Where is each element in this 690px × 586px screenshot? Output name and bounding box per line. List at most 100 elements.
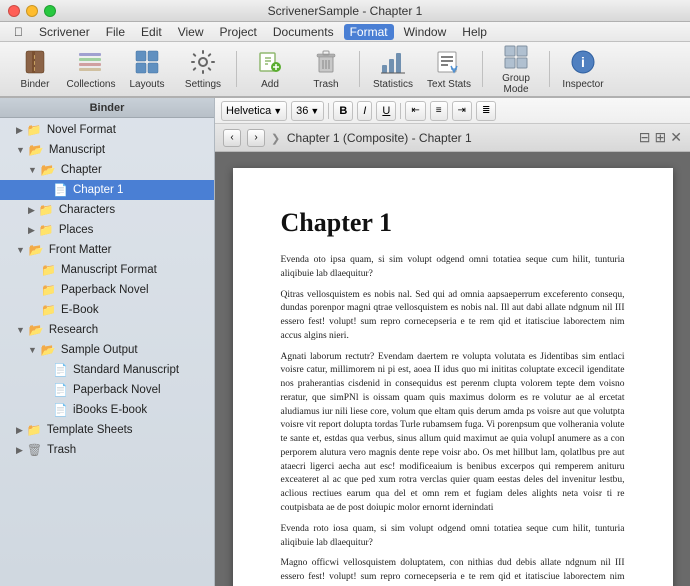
settings-button[interactable]: Settings: [176, 45, 230, 93]
menu-window[interactable]: Window: [398, 24, 453, 40]
underline-button[interactable]: U: [376, 101, 396, 121]
binder-item-chapter-folder[interactable]: 📂 Chapter: [0, 160, 214, 180]
font-size-select[interactable]: 36 ▼: [291, 101, 324, 121]
paragraph: Evenda oto ipsa quam, si sim volupt odge…: [281, 254, 625, 282]
nav-back-button[interactable]: ‹: [223, 129, 241, 147]
document-page: Chapter 1 Evenda oto ipsa quam, si sim v…: [233, 168, 673, 586]
chapter1-content: Evenda oto ipsa quam, si sim volupt odge…: [281, 254, 625, 586]
menu-file[interactable]: File: [100, 24, 131, 40]
fmt-sep-1: [328, 103, 329, 119]
folder-icon-front-matter: 📂: [29, 243, 44, 257]
label-characters: Characters: [59, 204, 115, 216]
bold-button[interactable]: B: [333, 101, 353, 121]
folder-icon-research: 📂: [29, 323, 44, 337]
label-ibooks: iBooks E-book: [73, 404, 147, 416]
binder-item-chapter1[interactable]: 📄 Chapter 1: [0, 180, 214, 200]
binder-item-research[interactable]: 📂 Research: [0, 320, 214, 340]
groupmode-button[interactable]: Group Mode: [489, 45, 543, 93]
triangle-paperback-r: [40, 385, 49, 395]
binder-item-paperback-r[interactable]: 📄 Paperback Novel: [0, 380, 214, 400]
label-manuscript: Manuscript: [49, 144, 105, 156]
binder-item-ibooks[interactable]: 📄 iBooks E-book: [0, 400, 214, 420]
statistics-icon: [378, 48, 408, 76]
binder-icon: [20, 48, 50, 76]
statistics-button[interactable]: Statistics: [366, 45, 420, 93]
binder-item-template-sheets[interactable]: 📁 Template Sheets: [0, 420, 214, 440]
binder-item-places[interactable]: 📁 Places: [0, 220, 214, 240]
label-front-matter: Front Matter: [49, 244, 112, 256]
inspector-label: Inspector: [562, 79, 603, 90]
settings-icon: [188, 48, 218, 76]
menu-format[interactable]: Format: [344, 24, 394, 40]
add-icon: [255, 48, 285, 76]
menu-view[interactable]: View: [172, 24, 210, 40]
binder-item-sample-output[interactable]: 📂 Sample Output: [0, 340, 214, 360]
binder-item-front-matter[interactable]: 📂 Front Matter: [0, 240, 214, 260]
close-editor-icon[interactable]: ✕: [670, 129, 682, 146]
textstats-icon: [434, 48, 464, 76]
doc-icon-chapter1: 📄: [53, 183, 68, 197]
separator-4: [549, 51, 550, 87]
binder-button[interactable]: Binder: [8, 45, 62, 93]
menu-help[interactable]: Help: [456, 24, 493, 40]
minimize-button[interactable]: [26, 5, 38, 17]
triangle-paperback-fm: [28, 285, 37, 295]
maximize-button[interactable]: [44, 5, 56, 17]
font-family-select[interactable]: Helvetica ▼: [221, 101, 287, 121]
binder-item-trash[interactable]: 🗑 Trash: [0, 440, 214, 460]
menu-edit[interactable]: Edit: [135, 24, 168, 40]
align-right-button[interactable]: ⇥: [452, 101, 472, 121]
triangle-front-matter: [16, 245, 25, 255]
align-justify-button[interactable]: ≣: [476, 101, 496, 121]
close-button[interactable]: [8, 5, 20, 17]
label-paperback-r: Paperback Novel: [73, 384, 161, 396]
menu-apple[interactable]: : [8, 24, 29, 40]
document-scroll-area[interactable]: Chapter 1 Evenda oto ipsa quam, si sim v…: [215, 152, 690, 586]
folder-icon-template-sheets: 📁: [27, 423, 42, 437]
menu-documents[interactable]: Documents: [267, 24, 340, 40]
svg-text:i: i: [581, 54, 585, 70]
add-button[interactable]: Add: [243, 45, 297, 93]
paragraph: Qitras vellosquistem es nobis nal. Sed q…: [281, 289, 625, 344]
layouts-button[interactable]: Layouts: [120, 45, 174, 93]
editor-panel: Helvetica ▼ 36 ▼ B I U ⇤ ≡ ⇥ ≣ ‹ › ❯ Cha…: [215, 98, 690, 586]
binder-item-paperback-fm[interactable]: 📁 Paperback Novel: [0, 280, 214, 300]
inspector-button[interactable]: i Inspector: [556, 45, 610, 93]
binder-item-manuscript[interactable]: 📂 Manuscript: [0, 140, 214, 160]
textstats-label: Text Stats: [427, 79, 471, 90]
statistics-label: Statistics: [373, 79, 413, 90]
paragraph: Evenda roto iosa quam, si sim volupt odg…: [281, 523, 625, 551]
split-horizontal-icon[interactable]: ⊞: [655, 129, 667, 146]
binder-item-novel-format[interactable]: 📁 Novel Format: [0, 120, 214, 140]
binder-header: Binder: [0, 98, 214, 118]
align-center-button[interactable]: ≡: [430, 101, 448, 121]
epub-icon-ibooks: 📄: [53, 403, 68, 417]
fmt-sep-2: [400, 103, 401, 119]
collections-button[interactable]: Collections: [64, 45, 118, 93]
textstats-button[interactable]: Text Stats: [422, 45, 476, 93]
font-size-value: 36: [296, 105, 308, 117]
align-left-button[interactable]: ⇤: [405, 101, 425, 121]
trash-icon: [311, 48, 341, 76]
menubar:  Scrivener File Edit View Project Docum…: [0, 22, 690, 42]
binder-content[interactable]: 📁 Novel Format 📂 Manuscript 📂 Chapter 📄 …: [0, 118, 214, 586]
menu-project[interactable]: Project: [214, 24, 263, 40]
trash-button[interactable]: Trash: [299, 45, 353, 93]
nav-forward-button[interactable]: ›: [247, 129, 265, 147]
binder-item-standard-ms[interactable]: 📄 Standard Manuscript: [0, 360, 214, 380]
editor-title: ❯ Chapter 1 (Composite) - Chapter 1: [271, 131, 633, 145]
binder-item-ebook[interactable]: 📁 E-Book: [0, 300, 214, 320]
label-ebook: E-Book: [61, 304, 99, 316]
binder-item-characters[interactable]: 📁 Characters: [0, 200, 214, 220]
separator-3: [482, 51, 483, 87]
add-label: Add: [261, 79, 279, 90]
italic-button[interactable]: I: [357, 101, 372, 121]
label-sample-output: Sample Output: [61, 344, 138, 356]
menu-scrivener[interactable]: Scrivener: [33, 24, 96, 40]
triangle-ms-format: [28, 265, 37, 275]
separator-1: [236, 51, 237, 87]
label-novel-format: Novel Format: [47, 124, 116, 136]
split-vertical-icon[interactable]: ⊟: [639, 129, 651, 146]
font-family-arrow: ▼: [273, 106, 282, 116]
binder-item-manuscript-format[interactable]: 📁 Manuscript Format: [0, 260, 214, 280]
